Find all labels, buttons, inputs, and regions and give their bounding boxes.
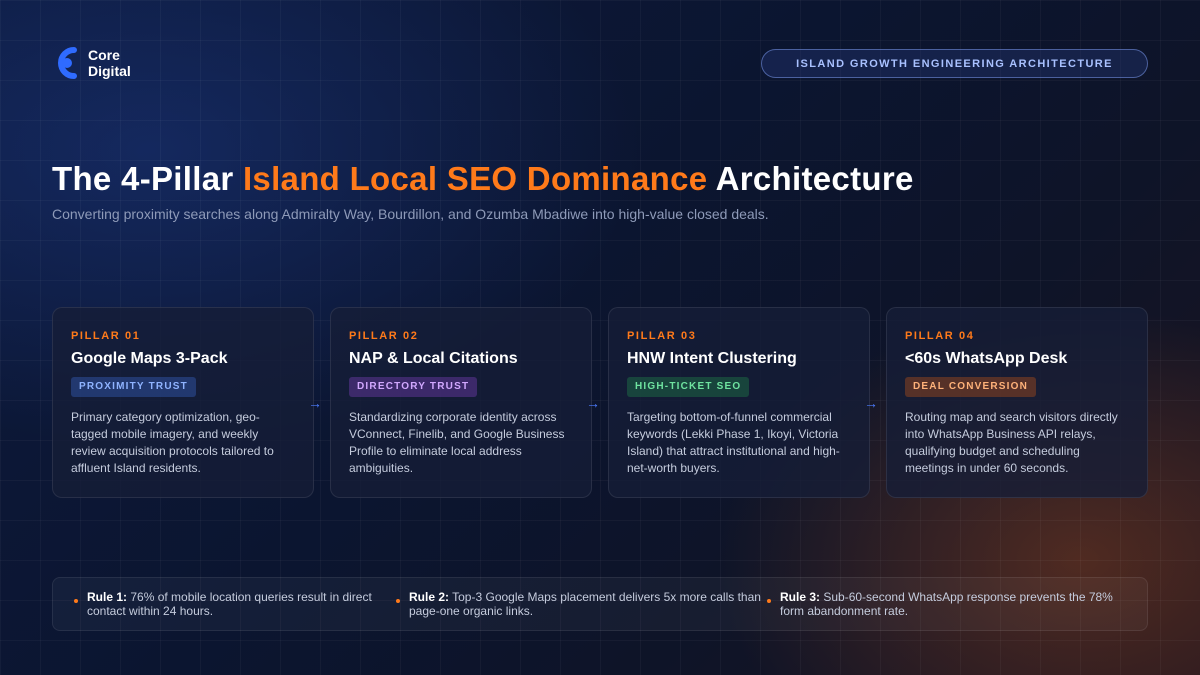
pillar-title: HNW Intent Clustering <box>627 350 797 367</box>
bullet-dot-icon <box>396 599 400 603</box>
brand-name-line1: Core <box>88 47 120 63</box>
bullet-dot-icon <box>767 599 771 603</box>
rule-label: Rule 3: <box>780 590 821 604</box>
pillar-card-02: PILLAR 02 NAP & Local Citations DIRECTOR… <box>330 307 592 498</box>
core-digital-logo-icon <box>58 47 77 79</box>
pillar-description: Primary category optimization, geo-tagge… <box>71 410 274 475</box>
brand-name: Core Digital <box>88 47 131 79</box>
rule-text: 76% of mobile location queries result in… <box>87 590 372 618</box>
rule-label: Rule 1: <box>87 590 128 604</box>
pillar-title: Google Maps 3-Pack <box>71 350 228 367</box>
title-prefix: The 4-Pillar <box>52 160 243 197</box>
pillar-title: <60s WhatsApp Desk <box>905 350 1068 367</box>
header-badge: ISLAND GROWTH ENGINEERING ARCHITECTURE <box>761 49 1148 78</box>
rule-text: Sub-60-second WhatsApp response prevents… <box>780 590 1113 618</box>
rule-text: Top-3 Google Maps placement delivers 5x … <box>409 590 761 618</box>
arrow-right-icon: → <box>586 395 600 411</box>
pillar-card-04: PILLAR 04 <60s WhatsApp Desk DEAL CONVER… <box>886 307 1148 498</box>
pillar-number: PILLAR 02 <box>349 330 419 342</box>
rule-item-1: Rule 1: 76% of mobile location queries r… <box>74 590 403 618</box>
rule-item-2: Rule 2: Top-3 Google Maps placement deli… <box>396 590 765 618</box>
pillar-number: PILLAR 01 <box>71 330 141 342</box>
bullet-dot-icon <box>74 599 78 603</box>
brand-name-line2: Digital <box>88 63 131 79</box>
arrow-right-icon: → <box>864 395 878 411</box>
pillar-description: Targeting bottom-of-funnel commercial ke… <box>627 410 840 475</box>
pillar-tag: HIGH-TICKET SEO <box>627 377 750 397</box>
rules-bar: Rule 1: 76% of mobile location queries r… <box>52 577 1148 631</box>
pillar-tag: DEAL CONVERSION <box>905 377 1037 397</box>
pillar-title: NAP & Local Citations <box>349 350 518 367</box>
page-title: The 4-Pillar Island Local SEO Dominance … <box>52 160 914 198</box>
pillar-card-01: PILLAR 01 Google Maps 3-Pack PROXIMITY T… <box>52 307 314 498</box>
pillar-number: PILLAR 04 <box>905 330 975 342</box>
title-suffix: Architecture <box>707 160 914 197</box>
pillar-card-03: PILLAR 03 HNW Intent Clustering HIGH-TIC… <box>608 307 870 498</box>
rule-label: Rule 2: <box>409 590 450 604</box>
pillar-description: Standardizing corporate identity across … <box>349 410 565 475</box>
pillar-description: Routing map and search visitors directly… <box>905 410 1118 475</box>
rule-item-3: Rule 3: Sub-60-second WhatsApp response … <box>767 590 1130 618</box>
page-subtitle: Converting proximity searches along Admi… <box>52 206 769 222</box>
pillar-tag: PROXIMITY TRUST <box>71 377 196 397</box>
arrow-right-icon: → <box>308 395 322 411</box>
pillars-row: PILLAR 01 Google Maps 3-Pack PROXIMITY T… <box>52 307 1148 498</box>
brand-logo[interactable]: Core Digital <box>52 44 131 82</box>
title-accent: Island Local SEO Dominance <box>242 160 708 197</box>
pillar-number: PILLAR 03 <box>627 330 697 342</box>
pillar-tag: DIRECTORY TRUST <box>349 377 478 397</box>
